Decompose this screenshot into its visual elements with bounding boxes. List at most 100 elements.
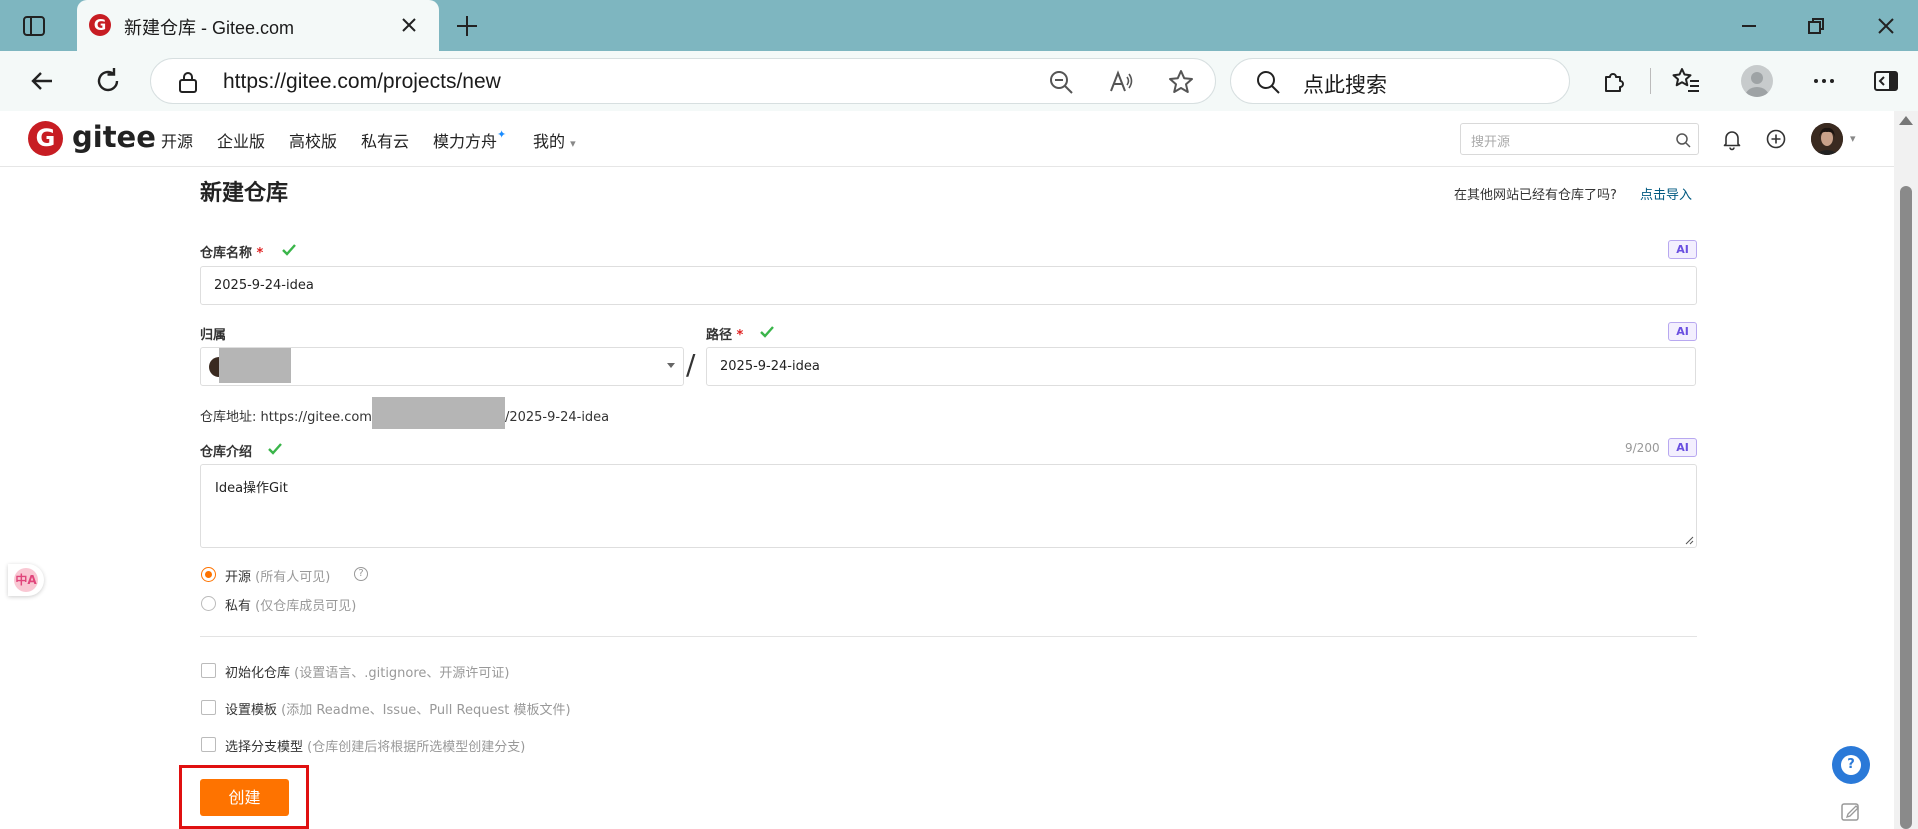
path-input[interactable]: 2025-9-24-idea <box>706 347 1696 386</box>
check-icon <box>282 244 296 256</box>
close-window-icon[interactable] <box>1873 13 1899 39</box>
path-value: 2025-9-24-idea <box>720 359 820 374</box>
menu-private-cloud[interactable]: 私有云 <box>361 128 409 152</box>
back-icon[interactable] <box>26 65 58 97</box>
close-tab-icon[interactable] <box>397 13 421 37</box>
option-public-label[interactable]: 开源 (所有人可见) <box>225 566 330 585</box>
tab-actions-icon[interactable] <box>20 12 48 40</box>
import-question: 在其他网站已经有仓库了吗? <box>1454 188 1617 203</box>
ai-generate-button[interactable]: AI <box>1668 322 1697 341</box>
site-search-placeholder: 搜开源 <box>1471 135 1511 150</box>
radio-private[interactable] <box>201 596 216 611</box>
option-template[interactable]: 设置模板 (添加 Readme、Issue、Pull Request 模板文件) <box>225 699 571 718</box>
refresh-icon[interactable] <box>92 65 124 97</box>
page-title: 新建仓库 <box>200 181 289 206</box>
menu-education[interactable]: 高校版 <box>289 128 337 152</box>
address-bar[interactable]: https://gitee.com/projects/new <box>150 58 1216 104</box>
intro-char-counter: 9/200 <box>1625 441 1660 455</box>
page-scrollbar[interactable] <box>1894 111 1918 829</box>
user-avatar[interactable] <box>1811 123 1843 155</box>
menu-moli[interactable]: 模力方舟✦ <box>433 128 506 152</box>
sparkle-icon: ✦ <box>497 128 507 141</box>
page-content: G gitee 开源 企业版 高校版 私有云 模力方舟✦ 我的 ▾ 搜开源 ▾ … <box>0 111 1894 829</box>
lock-icon[interactable] <box>177 70 199 94</box>
checkbox-branch-model[interactable] <box>201 737 216 752</box>
gitee-logo-text[interactable]: gitee <box>72 120 156 154</box>
gitee-favicon-icon: G <box>89 14 111 36</box>
option-private-label[interactable]: 私有 (仅仓库成员可见) <box>225 595 356 614</box>
menu-mine-label: 我的 <box>533 132 566 151</box>
path-label: 路径 * <box>706 324 743 343</box>
more-options-icon[interactable] <box>1808 65 1840 97</box>
checkbox-template[interactable] <box>201 700 216 715</box>
url-text[interactable]: https://gitee.com/projects/new <box>223 70 501 94</box>
help-widget[interactable]: ? <box>1832 746 1870 784</box>
repo-name-value: 2025-9-24-idea <box>214 278 314 293</box>
option-public-text: 开源 <box>225 570 252 585</box>
option-template-note: (添加 Readme、Issue、Pull Request 模板文件) <box>281 703 571 718</box>
search-icon[interactable] <box>1675 132 1691 148</box>
gitee-logo-icon[interactable]: G <box>28 121 63 156</box>
tab-title: 新建仓库 - Gitee.com <box>124 18 295 38</box>
option-branch-model-note: (仓库创建后将根据所选模型创建分支) <box>307 740 526 755</box>
toolbar-divider <box>1650 68 1651 94</box>
help-circle-icon: ? <box>1841 755 1861 775</box>
checkbox-init-repo[interactable] <box>201 663 216 678</box>
resize-grip-icon[interactable] <box>1684 535 1694 545</box>
new-tab-icon[interactable] <box>452 11 482 41</box>
intro-value: Idea操作Git <box>215 481 288 496</box>
scrollbar-thumb[interactable] <box>1900 186 1912 829</box>
owner-select[interactable] <box>200 347 684 386</box>
menu-enterprise[interactable]: 企业版 <box>217 128 265 152</box>
site-search-input[interactable]: 搜开源 <box>1460 123 1699 155</box>
intro-textarea[interactable]: Idea操作Git <box>200 464 1697 548</box>
import-link[interactable]: 点击导入 <box>1640 184 1692 203</box>
favorite-star-icon[interactable] <box>1167 68 1195 96</box>
path-label-text: 路径 <box>706 328 733 343</box>
option-init-repo[interactable]: 初始化仓库 (设置语言、.gitignore、开源许可证) <box>225 662 510 681</box>
redacted-namespace <box>371 397 505 429</box>
option-branch-model-label: 选择分支模型 <box>225 740 304 755</box>
read-aloud-icon[interactable] <box>1107 68 1135 96</box>
menu-mine[interactable]: 我的 ▾ <box>533 128 576 152</box>
profile-person-icon <box>1745 72 1769 97</box>
zoom-out-icon[interactable] <box>1047 68 1075 96</box>
translate-widget[interactable]: 中A <box>8 564 44 596</box>
user-menu-caret-icon[interactable]: ▾ <box>1850 132 1856 145</box>
help-icon[interactable]: ? <box>354 567 368 581</box>
check-icon <box>760 326 774 338</box>
required-mark: * <box>256 246 264 261</box>
create-button[interactable]: 创建 <box>200 779 289 816</box>
option-init-repo-note: (设置语言、.gitignore、开源许可证) <box>294 666 510 681</box>
menu-open-source[interactable]: 开源 <box>161 128 193 152</box>
feedback-edit-icon[interactable] <box>1836 799 1866 825</box>
repo-address-prefix: 仓库地址: https://gitee.com <box>200 410 372 425</box>
option-init-repo-label: 初始化仓库 <box>225 666 291 681</box>
browser-tab-bar: G 新建仓库 - Gitee.com <box>0 0 1918 51</box>
radio-public[interactable] <box>201 567 216 582</box>
scroll-up-icon[interactable] <box>1899 116 1913 125</box>
browser-profile-avatar[interactable] <box>1741 65 1773 97</box>
caret-down-icon: ▾ <box>570 137 576 150</box>
browser-search-box[interactable]: 点此搜索 <box>1230 58 1570 104</box>
ai-generate-button[interactable]: AI <box>1668 438 1697 457</box>
minimize-icon[interactable] <box>1736 13 1762 39</box>
restore-icon[interactable] <box>1803 13 1829 39</box>
browser-tab-active[interactable]: G 新建仓库 - Gitee.com <box>77 0 439 51</box>
path-separator: / <box>686 348 696 381</box>
translate-icon: 中A <box>14 568 38 592</box>
browser-nav-bar: https://gitee.com/projects/new 点此搜索 <box>0 51 1918 111</box>
intro-label: 仓库介绍 <box>200 445 253 460</box>
browser-search-placeholder: 点此搜索 <box>1303 73 1387 97</box>
ai-generate-button[interactable]: AI <box>1668 240 1697 259</box>
extensions-icon[interactable] <box>1599 65 1631 97</box>
add-plus-icon[interactable] <box>1764 127 1788 151</box>
option-branch-model[interactable]: 选择分支模型 (仓库创建后将根据所选模型创建分支) <box>225 736 525 755</box>
notification-bell-icon[interactable] <box>1720 127 1744 151</box>
favorites-icon[interactable] <box>1670 65 1702 97</box>
gitee-header: G gitee 开源 企业版 高校版 私有云 模力方舟✦ 我的 ▾ 搜开源 ▾ <box>0 111 1894 167</box>
sidebar-toggle-icon[interactable] <box>1870 65 1902 97</box>
repo-name-input[interactable]: 2025-9-24-idea <box>200 266 1697 305</box>
required-mark: * <box>736 328 744 343</box>
section-divider <box>200 636 1697 637</box>
